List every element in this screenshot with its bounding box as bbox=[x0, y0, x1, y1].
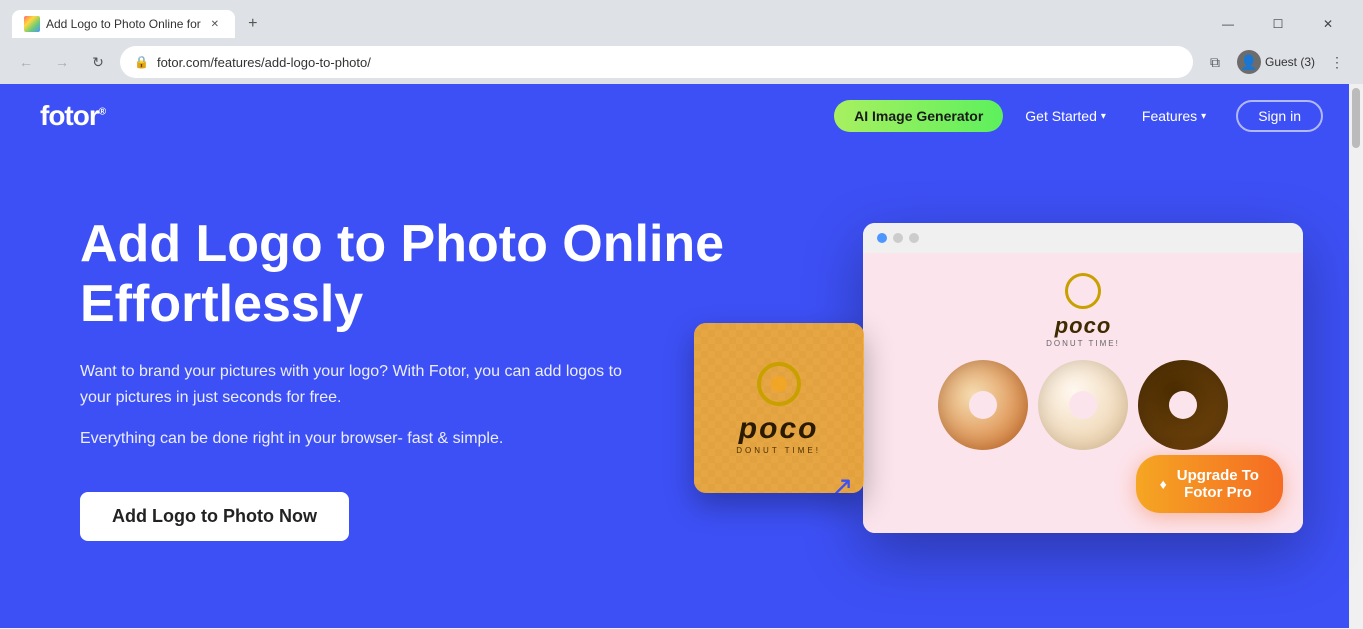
browser-actions: ⧉ 👤 Guest (3) ⋮ bbox=[1201, 48, 1351, 76]
nav-bar: ← → ↻ 🔒 fotor.com/features/add-logo-to-p… bbox=[0, 40, 1363, 84]
donuts-display bbox=[938, 360, 1228, 450]
brand-name: poco bbox=[1055, 313, 1112, 339]
hero-section: Add Logo to Photo Online Effortlessly Wa… bbox=[0, 148, 1363, 628]
tab-close-btn[interactable]: ✕ bbox=[207, 16, 223, 32]
floating-logo-card: poco DONUT TIME! ↗ bbox=[694, 323, 864, 493]
ai-image-generator-button[interactable]: AI Image Generator bbox=[834, 100, 1003, 132]
features-button[interactable]: Features ▾ bbox=[1128, 100, 1220, 132]
tab-title: Add Logo to Photo Online for bbox=[46, 17, 201, 31]
get-started-button[interactable]: Get Started ▾ bbox=[1011, 100, 1120, 132]
brand-donut-icon bbox=[1065, 273, 1101, 309]
sign-in-button[interactable]: Sign in bbox=[1236, 100, 1323, 132]
browser-tab[interactable]: Add Logo to Photo Online for ✕ bbox=[12, 10, 235, 38]
browser-mockup: poco DONUT TIME! bbox=[863, 223, 1303, 533]
browser-chrome: Add Logo to Photo Online for ✕ + — ☐ ✕ ←… bbox=[0, 0, 1363, 84]
minimize-button[interactable]: — bbox=[1205, 8, 1251, 40]
donut-1 bbox=[938, 360, 1028, 450]
donut-hole-2 bbox=[1069, 391, 1097, 419]
new-tab-button[interactable]: + bbox=[239, 10, 267, 38]
hero-content: Add Logo to Photo Online Effortlessly Wa… bbox=[80, 215, 764, 540]
close-button[interactable]: ✕ bbox=[1305, 8, 1351, 40]
address-bar[interactable]: 🔒 fotor.com/features/add-logo-to-photo/ bbox=[120, 46, 1193, 78]
get-started-chevron: ▾ bbox=[1101, 111, 1106, 122]
maximize-button[interactable]: ☐ bbox=[1255, 8, 1301, 40]
mockup-titlebar bbox=[863, 223, 1303, 253]
floating-logo-content: poco DONUT TIME! bbox=[736, 362, 821, 455]
brand-logo-display: poco DONUT TIME! bbox=[1046, 273, 1120, 348]
extensions-button[interactable]: ⧉ bbox=[1201, 48, 1229, 76]
mockup-dot-3 bbox=[909, 233, 919, 243]
upgrade-button[interactable]: ♦ Upgrade ToFotor Pro bbox=[1136, 455, 1283, 513]
website-content: fotor® AI Image Generator Get Started ▾ … bbox=[0, 84, 1363, 628]
profile-icon: 👤 bbox=[1237, 50, 1261, 74]
tab-bar: Add Logo to Photo Online for ✕ + bbox=[12, 10, 267, 38]
mockup-dot-1 bbox=[877, 233, 887, 243]
diamond-icon: ♦ bbox=[1160, 476, 1167, 492]
url-text: fotor.com/features/add-logo-to-photo/ bbox=[157, 55, 1179, 70]
cursor-icon: ↗ bbox=[830, 470, 853, 493]
features-chevron: ▾ bbox=[1201, 111, 1206, 122]
forward-button[interactable]: → bbox=[48, 48, 76, 76]
hero-visual: poco DONUT TIME! ↗ poco bbox=[764, 223, 1323, 533]
nav-links: AI Image Generator Get Started ▾ Feature… bbox=[834, 100, 1323, 132]
mockup-dot-2 bbox=[893, 233, 903, 243]
hero-title: Add Logo to Photo Online Effortlessly bbox=[80, 215, 764, 335]
scrollbar[interactable] bbox=[1349, 84, 1363, 629]
floating-donut-icon bbox=[757, 362, 801, 406]
tab-favicon bbox=[24, 16, 40, 32]
menu-button[interactable]: ⋮ bbox=[1323, 48, 1351, 76]
profile-label: Guest (3) bbox=[1265, 55, 1315, 69]
donut-2 bbox=[1038, 360, 1128, 450]
refresh-button[interactable]: ↻ bbox=[84, 48, 112, 76]
site-navigation: fotor® AI Image Generator Get Started ▾ … bbox=[0, 84, 1363, 148]
scrollbar-thumb[interactable] bbox=[1352, 88, 1360, 148]
lock-icon: 🔒 bbox=[134, 55, 149, 69]
donut-hole-3 bbox=[1169, 391, 1197, 419]
donut-hole-1 bbox=[969, 391, 997, 419]
donut-3 bbox=[1138, 360, 1228, 450]
window-controls: — ☐ ✕ bbox=[1205, 8, 1351, 40]
floating-brand-sub: DONUT TIME! bbox=[736, 446, 821, 455]
hero-description-2: Everything can be done right in your bro… bbox=[80, 426, 640, 452]
cta-button[interactable]: Add Logo to Photo Now bbox=[80, 492, 349, 541]
upgrade-label: Upgrade ToFotor Pro bbox=[1177, 467, 1259, 501]
brand-sub: DONUT TIME! bbox=[1046, 339, 1120, 348]
title-bar: Add Logo to Photo Online for ✕ + — ☐ ✕ bbox=[0, 0, 1363, 40]
hero-description-1: Want to brand your pictures with your lo… bbox=[80, 359, 640, 410]
floating-card-background: poco DONUT TIME! bbox=[694, 323, 864, 493]
profile-button[interactable]: 👤 Guest (3) bbox=[1237, 50, 1315, 74]
floating-brand-name: poco bbox=[739, 412, 819, 446]
back-button[interactable]: ← bbox=[12, 48, 40, 76]
site-logo[interactable]: fotor® bbox=[40, 100, 105, 132]
